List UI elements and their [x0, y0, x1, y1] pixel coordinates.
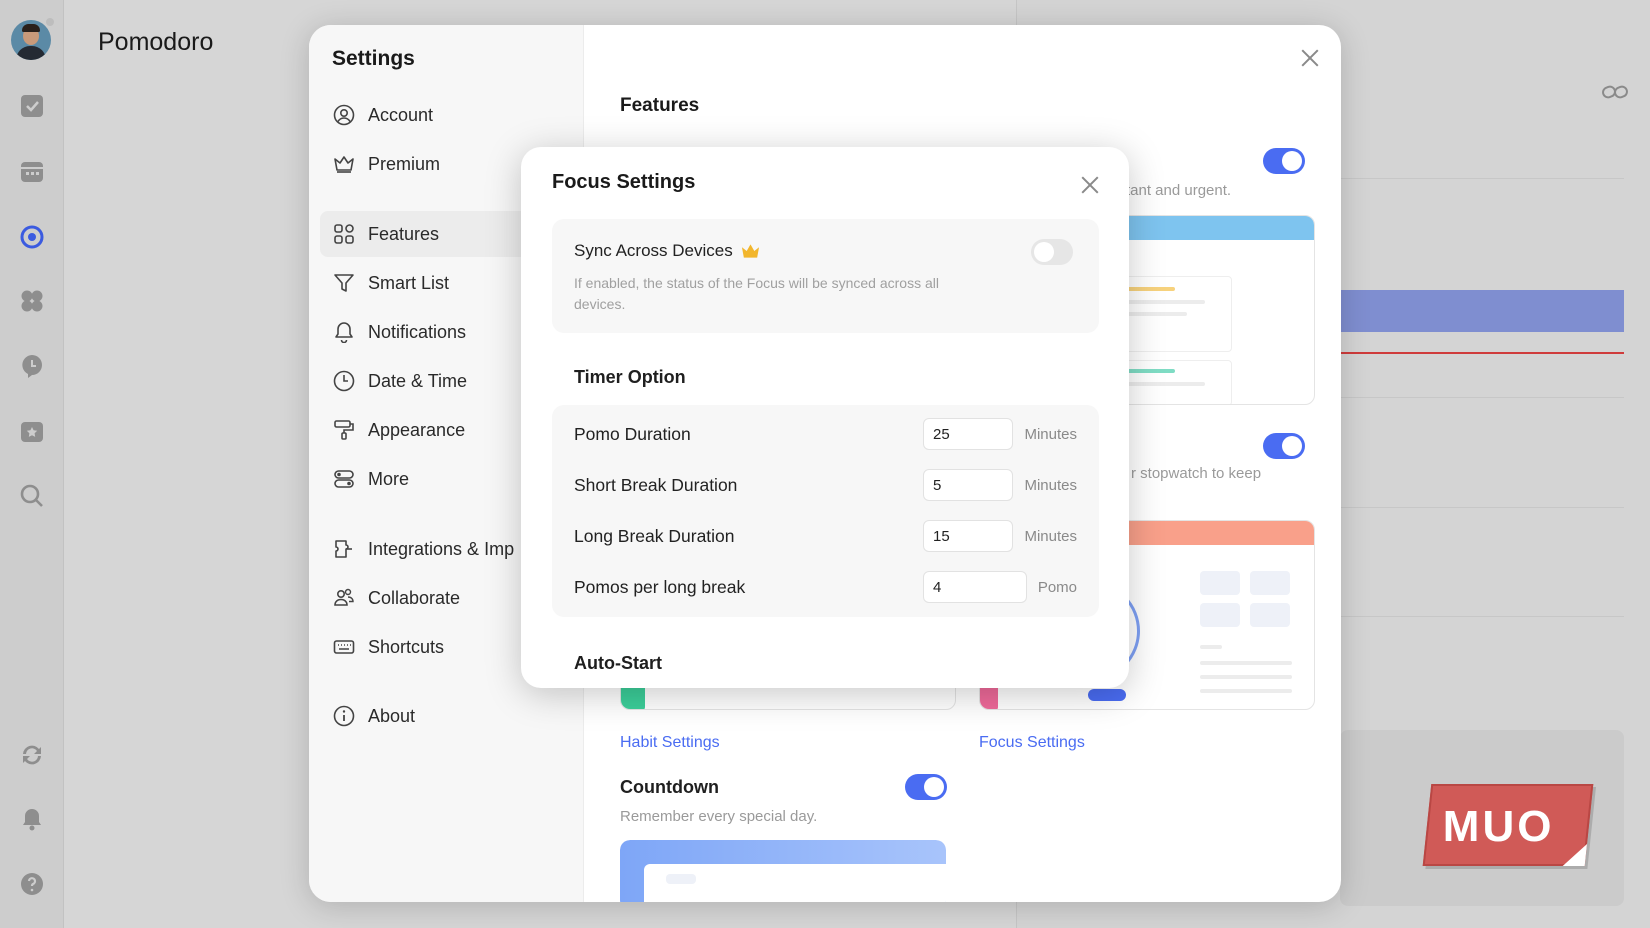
matrix-toggle[interactable] [1263, 148, 1305, 174]
timer-row-long-break: Long Break Duration 15 Minutes [574, 519, 1077, 553]
toggles-icon [334, 470, 354, 488]
nav-item-label: Appearance [368, 419, 466, 440]
pomo-description: r stopwatch to keep [1131, 465, 1262, 482]
left-rail [0, 0, 64, 928]
nav-item-account[interactable]: Account [320, 92, 582, 138]
bell-icon [335, 322, 353, 343]
crown-icon [334, 156, 354, 173]
pomos-per-break-input[interactable]: 4 [923, 571, 1027, 603]
countdown-preview [620, 840, 946, 902]
habit-icon[interactable] [18, 352, 46, 380]
timer-row-unit: Minutes [1024, 527, 1077, 545]
background-divider [1340, 397, 1624, 398]
nav-item-label: About [368, 705, 416, 726]
nav-item-label: Shortcuts [368, 636, 445, 657]
focus-close-button[interactable] [1079, 174, 1097, 192]
timer-row-unit: Minutes [1024, 476, 1077, 494]
background-current-time-line [1340, 352, 1624, 354]
avatar-badge [44, 16, 56, 28]
settings-title: Settings [332, 47, 415, 70]
nav-item-label: Premium [368, 153, 441, 174]
timer-row-label: Short Break Duration [574, 474, 738, 495]
nav-item-label: Smart List [368, 272, 450, 293]
features-title: Features [620, 95, 700, 116]
checkbox-icon[interactable] [18, 92, 46, 120]
crown-icon [741, 244, 759, 258]
help-icon[interactable] [18, 870, 46, 898]
watermark-text: MUO [1442, 802, 1555, 851]
nav-item-label: Collaborate [368, 587, 461, 608]
background-divider [1340, 178, 1624, 179]
timer-row-pomos-per-long-break: Pomos per long break 4 Pomo [574, 570, 1077, 604]
sync-label-text: Sync Across Devices [574, 241, 733, 260]
pomo-duration-input[interactable]: 25 [923, 418, 1013, 450]
pomodoro-icon[interactable] [18, 223, 46, 251]
timer-row-label: Pomos per long break [574, 576, 746, 597]
timer-card: Pomo Duration 25 Minutes Short Break Dur… [552, 405, 1099, 617]
paint-roller-icon [334, 420, 354, 440]
background-bar [1340, 290, 1624, 332]
short-break-input[interactable]: 5 [923, 469, 1013, 501]
sync-toggle[interactable] [1031, 239, 1073, 265]
app-title: Pomodoro [98, 28, 214, 56]
pomo-toggle[interactable] [1263, 433, 1305, 459]
habit-settings-link[interactable]: Habit Settings [620, 734, 720, 752]
focus-settings-link[interactable]: Focus Settings [979, 734, 1085, 752]
timer-row-label: Long Break Duration [574, 525, 735, 546]
sync-description: If enabled, the status of the Focus will… [574, 275, 939, 312]
nav-item-label: Notifications [368, 321, 467, 342]
sync-label: Sync Across Devices [574, 241, 760, 261]
nav-item-label: Account [368, 104, 434, 125]
sync-card: Sync Across Devices If enabled, the stat… [552, 219, 1099, 333]
matrix-description: rtant and urgent. [1121, 182, 1232, 199]
matrix-icon[interactable] [18, 287, 46, 315]
timer-option-heading: Timer Option [574, 367, 686, 387]
nav-item-about[interactable]: About [320, 693, 582, 739]
integration-icon [335, 540, 352, 558]
link-icon[interactable] [1602, 84, 1628, 100]
clock-icon [333, 370, 355, 392]
nav-item-label: Date & Time [368, 370, 468, 391]
nav-item-label: More [368, 468, 410, 489]
nav-item-label: Integrations & Imp [368, 538, 515, 559]
timer-row-unit: Minutes [1024, 425, 1077, 443]
bell-icon[interactable] [18, 805, 46, 833]
info-icon [333, 705, 355, 727]
countdown-description: Remember every special day. [620, 808, 818, 825]
countdown-title: Countdown [620, 777, 719, 797]
people-icon [334, 588, 354, 606]
keyboard-icon [333, 640, 355, 654]
calendar-icon[interactable] [18, 158, 46, 186]
auto-start-heading: Auto-Start [574, 653, 662, 673]
background-divider [1340, 507, 1624, 508]
countdown-icon[interactable] [18, 417, 46, 445]
timer-row-unit: Pomo [1037, 578, 1077, 596]
countdown-toggle[interactable] [905, 774, 947, 800]
settings-close-button[interactable] [1299, 47, 1321, 69]
focus-settings-dialog: Focus Settings Sync Across Devices If en… [521, 147, 1129, 688]
background-divider [1340, 616, 1624, 617]
nav-item-label: Features [368, 223, 440, 244]
long-break-input[interactable]: 15 [923, 520, 1013, 552]
user-circle-icon [333, 104, 355, 126]
timer-row-pomo-duration: Pomo Duration 25 Minutes [574, 417, 1077, 451]
muo-watermark-logo: MUO [1422, 784, 1594, 866]
grid-icon [334, 224, 354, 244]
focus-settings-title: Focus Settings [552, 171, 696, 193]
timer-row-label: Pomo Duration [574, 423, 691, 444]
sync-icon[interactable] [18, 741, 46, 769]
search-icon[interactable] [18, 482, 46, 510]
timer-row-short-break: Short Break Duration 5 Minutes [574, 468, 1077, 502]
filter-icon [334, 274, 354, 292]
